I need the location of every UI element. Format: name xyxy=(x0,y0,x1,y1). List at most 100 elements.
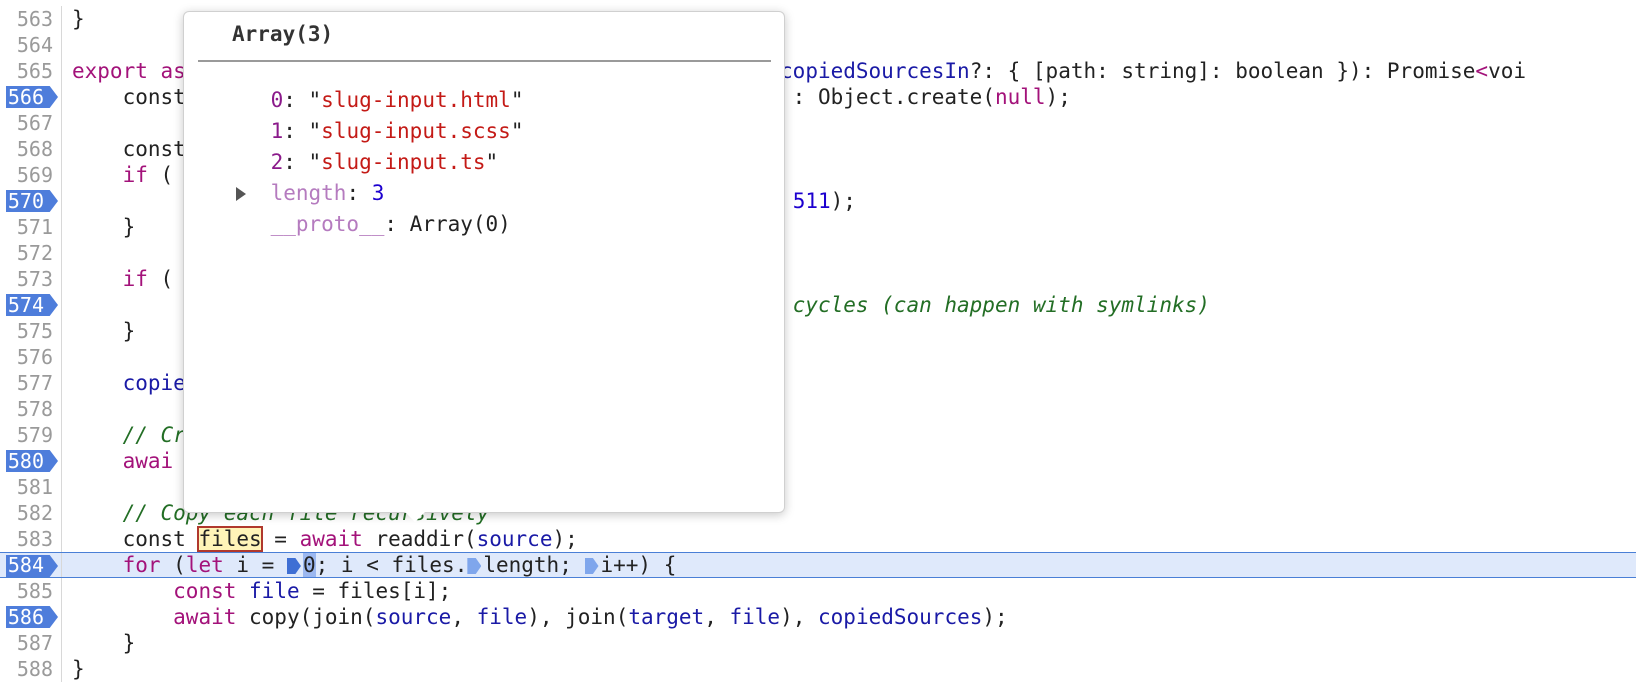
line-gutter[interactable]: 574 xyxy=(0,292,62,318)
line-code: await copy(join(source, file), join(targ… xyxy=(72,604,1008,630)
code-token: } xyxy=(72,7,85,31)
line-code: // Cr xyxy=(72,422,186,448)
code-token: copie xyxy=(72,371,186,395)
breakpoint-marker[interactable]: 570 xyxy=(6,190,58,212)
code-token: await xyxy=(299,527,363,551)
code-token: = xyxy=(261,527,300,551)
line-code: } xyxy=(72,318,136,344)
code-token: 0 xyxy=(302,553,316,577)
breakpoint-marker[interactable]: 580 xyxy=(6,450,58,472)
line-code: const files = await readdir(source); xyxy=(72,526,578,552)
code-token: for xyxy=(122,553,161,577)
line-gutter[interactable]: 582 xyxy=(0,500,62,526)
code-token: copiedSourcesIn xyxy=(780,59,970,83)
code-token: voi xyxy=(1488,59,1527,83)
line-code: if ( xyxy=(72,266,174,292)
code-token: file xyxy=(729,605,781,629)
line-code: const xyxy=(72,136,186,162)
code-token: null xyxy=(994,85,1046,109)
line-number: 569 xyxy=(16,163,53,187)
line-gutter[interactable]: 565 xyxy=(0,58,62,84)
code-token: source xyxy=(476,527,553,551)
expand-triangle-icon[interactable] xyxy=(236,187,246,201)
code-token: const xyxy=(72,85,186,109)
popover-title: Array(3) xyxy=(232,22,334,46)
code-token: copiedSources xyxy=(818,605,983,629)
code-token: 511 xyxy=(792,189,831,213)
array-item: 1: "slug-input.scss" xyxy=(270,119,524,143)
code-token: i++) { xyxy=(600,553,677,577)
code-token: if xyxy=(72,163,148,187)
code-token: ( xyxy=(147,267,174,291)
line-gutter[interactable]: 567 xyxy=(0,110,62,136)
line-gutter[interactable]: 575 xyxy=(0,318,62,344)
code-line: 588} xyxy=(0,656,1636,682)
line-gutter[interactable]: 580 xyxy=(0,448,62,474)
line-code: for (let i = 0; i < files. length; i++) { xyxy=(72,553,676,577)
line-number: 565 xyxy=(16,59,53,83)
line-code: awai xyxy=(72,448,174,474)
proto-row[interactable]: __proto__: Array(0) xyxy=(220,179,511,236)
line-gutter[interactable]: 579 xyxy=(0,422,62,448)
code-token: let xyxy=(185,553,224,577)
line-gutter[interactable]: 584 xyxy=(0,553,62,577)
code-token: copy(join( xyxy=(236,605,376,629)
line-gutter[interactable]: 576 xyxy=(0,344,62,370)
line-number: 588 xyxy=(16,657,53,681)
code-token: , xyxy=(451,605,477,629)
code-token: const xyxy=(173,579,237,603)
breakpoint-marker[interactable]: 586 xyxy=(6,606,58,628)
line-gutter[interactable]: 581 xyxy=(0,474,62,500)
hovered-token[interactable]: files xyxy=(197,526,263,552)
code-token: ; i < files. xyxy=(315,553,468,577)
line-gutter[interactable]: 587 xyxy=(0,630,62,656)
line-gutter[interactable]: 572 xyxy=(0,240,62,266)
line-gutter[interactable]: 588 xyxy=(0,656,62,682)
line-number: 575 xyxy=(16,319,53,343)
code-token: target xyxy=(628,605,705,629)
code-token: length; xyxy=(483,553,585,577)
code-token: } xyxy=(72,215,136,239)
line-gutter[interactable]: 564 xyxy=(0,32,62,58)
code-line: 585 const file = files[i]; xyxy=(0,578,1636,604)
line-gutter[interactable]: 563 xyxy=(0,6,62,32)
line-code: } xyxy=(72,656,85,682)
line-number: 576 xyxy=(16,345,53,369)
code-token: ), xyxy=(780,605,819,629)
line-gutter[interactable]: 583 xyxy=(0,526,62,552)
line-gutter[interactable]: 573 xyxy=(0,266,62,292)
line-gutter[interactable]: 566 xyxy=(0,84,62,110)
breakpoint-marker[interactable]: 574 xyxy=(6,294,58,316)
code-line: 587 } xyxy=(0,630,1636,656)
line-number: 582 xyxy=(16,501,53,525)
inline-breakpoint-icon[interactable] xyxy=(286,558,301,574)
popover-pointer xyxy=(404,511,426,522)
line-number: 564 xyxy=(16,33,53,57)
line-gutter[interactable]: 585 xyxy=(0,578,62,604)
inline-breakpoint-icon[interactable] xyxy=(467,558,482,574)
code-token: ); xyxy=(1045,85,1071,109)
code-token: readdir( xyxy=(362,527,477,551)
line-number: 587 xyxy=(16,631,53,655)
line-gutter[interactable]: 568 xyxy=(0,136,62,162)
code-token: } xyxy=(72,631,136,655)
code-token: file xyxy=(249,579,300,603)
code-token: const xyxy=(72,527,199,551)
line-gutter[interactable]: 586 xyxy=(0,604,62,630)
code-token: ), join( xyxy=(527,605,629,629)
inline-breakpoint-icon[interactable] xyxy=(584,558,599,574)
line-gutter[interactable]: 569 xyxy=(0,162,62,188)
code-token: const xyxy=(72,137,186,161)
code-token: if xyxy=(72,267,148,291)
code-token: export as xyxy=(72,59,186,83)
code-token: i = xyxy=(223,553,287,577)
breakpoint-marker[interactable]: 566 xyxy=(6,86,58,108)
line-gutter[interactable]: 570 xyxy=(0,188,62,214)
line-gutter[interactable]: 577 xyxy=(0,370,62,396)
line-gutter[interactable]: 578 xyxy=(0,396,62,422)
line-number: 572 xyxy=(16,241,53,265)
breakpoint-marker[interactable]: 584 xyxy=(6,555,58,577)
line-gutter[interactable]: 571 xyxy=(0,214,62,240)
